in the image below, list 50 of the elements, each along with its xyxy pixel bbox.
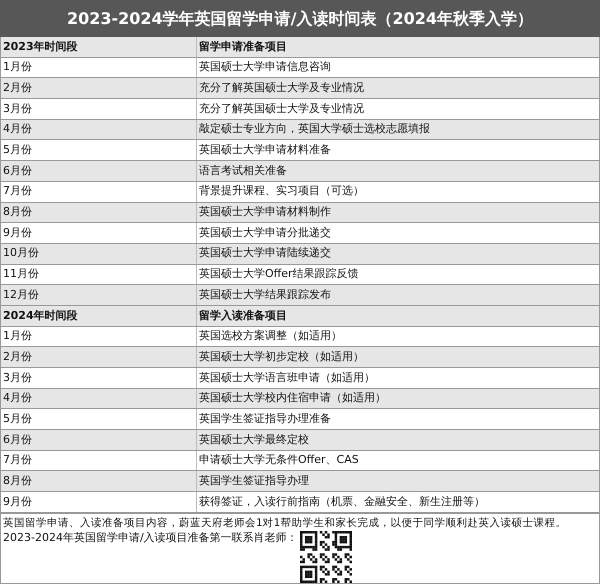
table-cell-text: 英国硕士大学申请分批递交 <box>198 224 332 241</box>
table-cell-text: 英国硕士大学语言班申请（如适用） <box>198 370 376 386</box>
table-cell: 3月份 <box>1 99 197 119</box>
table-cell: 11月份 <box>1 264 197 284</box>
table-cell-text: 英国学生签证指导办理 <box>198 473 310 490</box>
table-cell-text: 英国硕士大学Offer结果跟踪反馈 <box>198 266 360 282</box>
header-cell: 2024年时间段 <box>1 306 197 326</box>
table-cell: 5月份 <box>1 140 197 160</box>
table-cell: 6月份 <box>1 430 197 450</box>
table-title: 2023-2024学年英国留学申请/入读时间表（2024年秋季入学） <box>0 0 600 37</box>
table-cell: 5月份 <box>1 409 197 430</box>
table-cell-text: 充分了解英国硕士大学及专业情况 <box>198 80 365 96</box>
header-cell: 2023年时间段 <box>1 37 197 57</box>
table-cell-text: 申请硕士大学无条件Offer、CAS <box>198 452 360 468</box>
table-cell: 1月份 <box>1 326 197 346</box>
table-cell: 12月份 <box>1 285 197 305</box>
table-cell: 8月份 <box>1 202 197 222</box>
table-cell: 4月份 <box>1 388 197 408</box>
table-cell: 2月份 <box>1 78 197 98</box>
table-cell: 9月份 <box>1 223 197 243</box>
table-cell: 2月份 <box>1 347 197 367</box>
table-cell: 10月份 <box>1 244 197 264</box>
footer-note: 英国留学申请、入读准备项目内容，蔚蓝天府老师会1对1帮助学生和家长完成，以便于同学顺利赴英入读硕士课程。 <box>3 516 568 530</box>
table-cell-text: 背景提升课程、实习项目（可选） <box>198 183 365 200</box>
table-cell-text: 充分了解英国硕士大学及专业情况 <box>198 100 365 117</box>
table-cell-text: 语言考试相关准备 <box>198 162 288 179</box>
table-cell: 7月份 <box>1 182 197 202</box>
contact-text: 2023-2024年英国留学申请/入读项目准备第一联系肖老师： <box>3 530 298 545</box>
table-cell: 3月份 <box>1 368 197 388</box>
table-cell-text: 获得签证，入读行前指南（机票、金融安全、新生注册等） <box>198 494 486 510</box>
header-cell-text: 留学入读准备项目 <box>198 308 288 324</box>
table-cell-text: 英国硕士大学申请陆续递交 <box>198 245 332 262</box>
table-cell: 4月份 <box>1 120 197 140</box>
table-cell-text: 英国硕士大学校内住宿申请（如适用） <box>198 390 387 406</box>
table-cell-text: 英国硕士大学结果跟踪发布 <box>198 286 332 303</box>
table-cell-text: 敲定硕士专业方向，英国大学硕士选校志愿填报 <box>198 121 431 138</box>
table-cell: 9月份 <box>1 492 197 512</box>
table-cell: 6月份 <box>1 161 197 181</box>
table-cell-text: 英国学生签证指导办理准备 <box>198 410 332 427</box>
header-cell-text: 留学申请准备项目 <box>198 38 288 55</box>
table-cell: 8月份 <box>1 471 197 492</box>
qr-code-icon <box>300 530 352 583</box>
table-cell-text: 英国选校方案调整（如适用） <box>198 328 343 344</box>
table-cell-text: 英国硕士大学最终定校 <box>198 432 310 448</box>
table-cell-text: 英国硕士大学初步定校（如适用） <box>198 348 365 365</box>
table-cell-text: 英国硕士大学申请材料准备 <box>198 142 332 158</box>
table-cell-text: 英国硕士大学申请材料制作 <box>198 204 332 220</box>
table-cell-text: 英国硕士大学申请信息咨询 <box>198 59 332 76</box>
table-cell: 1月份 <box>1 58 197 78</box>
table-cell: 7月份 <box>1 450 197 470</box>
